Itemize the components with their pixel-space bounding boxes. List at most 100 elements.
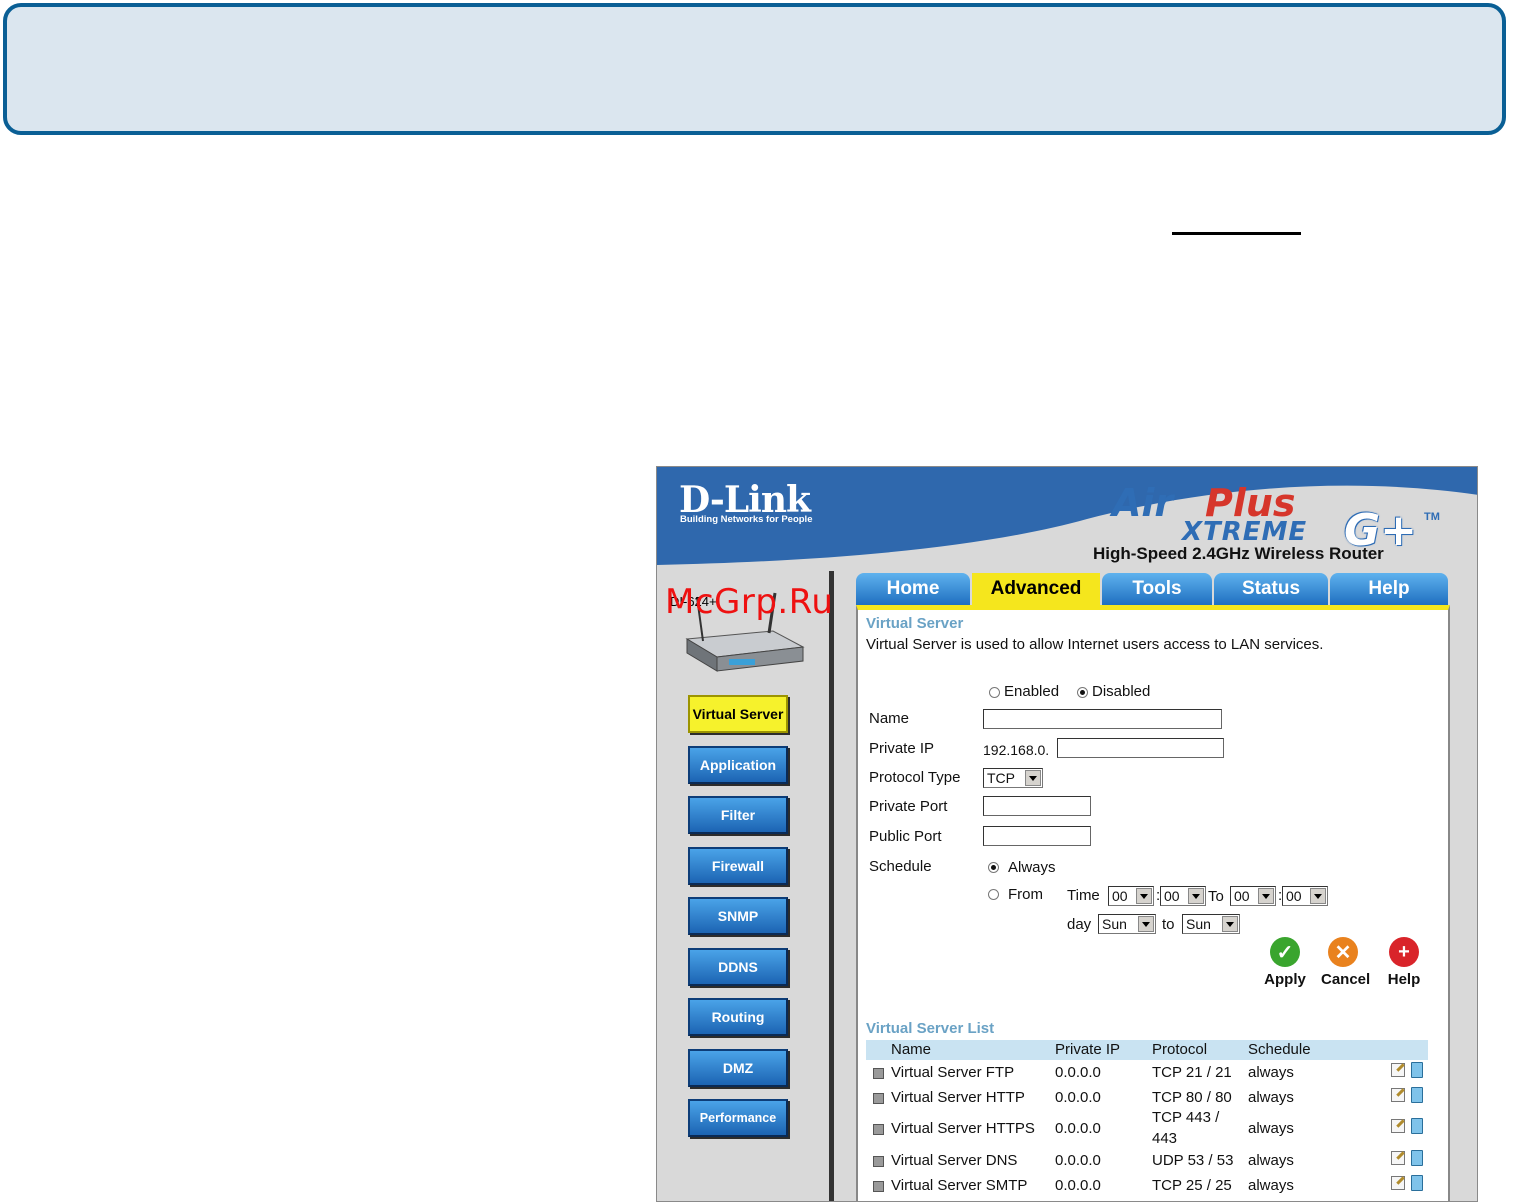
row-protocol: TCP 21 / 21 [1152, 1064, 1232, 1081]
day-from-select[interactable]: Sun [1098, 914, 1156, 934]
sidebar-item-application[interactable]: Application [688, 746, 788, 784]
section-description: Virtual Server is used to allow Internet… [866, 636, 1324, 653]
private-port-label: Private Port [869, 798, 948, 815]
router-admin-screenshot: D-Link Building Networks for People Air … [656, 466, 1478, 1202]
apply-button[interactable]: ✓ Apply [1263, 937, 1307, 988]
trash-icon[interactable] [1411, 1150, 1423, 1166]
help-button[interactable]: + Help [1382, 937, 1426, 988]
edit-icon[interactable] [1391, 1088, 1405, 1102]
tab-status[interactable]: Status [1214, 573, 1328, 605]
row-checkbox[interactable] [873, 1124, 884, 1135]
row-checkbox[interactable] [873, 1068, 884, 1079]
chevron-down-icon [1025, 770, 1041, 786]
tab-help[interactable]: Help [1330, 573, 1448, 605]
row-private-ip: 0.0.0.0 [1055, 1152, 1101, 1169]
time-to-min-select[interactable]: 00 [1282, 886, 1328, 906]
underline-rule [1172, 232, 1301, 235]
time-from-hour-select[interactable]: 00 [1108, 886, 1154, 906]
time-to-hour-select[interactable]: 00 [1230, 886, 1276, 906]
row-schedule: always [1248, 1177, 1294, 1194]
row-private-ip: 0.0.0.0 [1055, 1120, 1101, 1137]
sidebar-divider [829, 571, 834, 1201]
trash-icon[interactable] [1411, 1175, 1423, 1191]
enabled-radio[interactable] [989, 687, 1000, 698]
row-name: Virtual Server HTTP [891, 1089, 1025, 1106]
trash-icon[interactable] [1411, 1087, 1423, 1103]
day-label: day [1067, 916, 1092, 933]
trash-icon[interactable] [1411, 1062, 1423, 1078]
from-label: From [1008, 886, 1043, 903]
day-to-select[interactable]: Sun [1182, 914, 1240, 934]
checkmark-icon: ✓ [1270, 937, 1300, 967]
edit-icon[interactable] [1391, 1063, 1405, 1077]
protocol-type-select[interactable]: TCP [983, 768, 1043, 788]
from-radio[interactable] [988, 889, 999, 900]
column-header-protocol: Protocol [1152, 1041, 1208, 1058]
public-port-label: Public Port [869, 828, 942, 845]
section-title-virtual-server-list: Virtual Server List [866, 1020, 995, 1037]
schedule-label: Schedule [869, 858, 932, 875]
always-label: Always [1008, 859, 1056, 876]
row-name: Virtual Server HTTPS [891, 1120, 1035, 1137]
row-name: Virtual Server SMTP [891, 1177, 1028, 1194]
row-private-ip: 0.0.0.0 [1055, 1064, 1101, 1081]
enabled-label: Enabled [1004, 683, 1060, 700]
plus-icon: + [1389, 937, 1419, 967]
name-field[interactable] [983, 709, 1222, 729]
private-ip-label: Private IP [869, 740, 935, 757]
row-schedule: always [1248, 1064, 1294, 1081]
time-to-label: To [1208, 888, 1224, 905]
row-checkbox[interactable] [873, 1093, 884, 1104]
edit-icon[interactable] [1391, 1176, 1405, 1190]
private-ip-prefix: 192.168.0. [983, 742, 1050, 758]
tab-home[interactable]: Home [856, 573, 970, 605]
row-protocol: 443 [1152, 1130, 1178, 1147]
sidebar-item-virtual-server[interactable]: Virtual Server [688, 695, 788, 733]
tab-tools[interactable]: Tools [1102, 573, 1212, 605]
tab-advanced[interactable]: Advanced [972, 573, 1100, 605]
chevron-down-icon [1310, 888, 1326, 904]
row-name: Virtual Server DNS [891, 1152, 1018, 1169]
airplus-logo: Air Plus XTREME G+ TM [1112, 481, 1442, 556]
main-content: Virtual Server Virtual Server is used to… [856, 605, 1450, 1201]
logo-tm: TM [1424, 511, 1440, 523]
day-to-label: to [1162, 916, 1175, 933]
row-protocol: UDP 53 / 53 [1152, 1152, 1234, 1169]
time-label: Time [1067, 887, 1100, 904]
row-checkbox[interactable] [873, 1156, 884, 1167]
row-checkbox[interactable] [873, 1181, 884, 1192]
top-tabs: Home Advanced Tools Status Help [856, 573, 1450, 605]
protocol-type-label: Protocol Type [869, 769, 961, 786]
row-name: Virtual Server FTP [891, 1064, 1015, 1081]
always-radio[interactable] [988, 862, 999, 873]
sidebar-item-ddns[interactable]: DDNS [688, 948, 788, 986]
row-protocol: TCP 443 / [1152, 1109, 1220, 1126]
sidebar-item-performance[interactable]: Performance [688, 1099, 788, 1137]
private-ip-field[interactable] [1057, 738, 1224, 758]
disabled-label: Disabled [1092, 683, 1151, 700]
private-port-field[interactable] [983, 796, 1091, 816]
time-from-min-select[interactable]: 00 [1160, 886, 1206, 906]
sidebar-item-firewall[interactable]: Firewall [688, 847, 788, 885]
list-header: Name Private IP Protocol Schedule [866, 1040, 1428, 1060]
edit-icon[interactable] [1391, 1151, 1405, 1165]
row-private-ip: 0.0.0.0 [1055, 1089, 1101, 1106]
disabled-radio[interactable] [1077, 687, 1088, 698]
chevron-down-icon [1222, 916, 1238, 932]
row-private-ip: 0.0.0.0 [1055, 1177, 1101, 1194]
sidebar-item-dmz[interactable]: DMZ [688, 1049, 788, 1087]
row-schedule: always [1248, 1152, 1294, 1169]
top-banner [3, 3, 1506, 135]
trash-icon[interactable] [1411, 1118, 1423, 1134]
row-schedule: always [1248, 1120, 1294, 1137]
sidebar-item-routing[interactable]: Routing [688, 998, 788, 1036]
sidebar-item-filter[interactable]: Filter [688, 796, 788, 834]
public-port-field[interactable] [983, 826, 1091, 846]
chevron-down-icon [1136, 888, 1152, 904]
edit-icon[interactable] [1391, 1119, 1405, 1133]
column-header-name: Name [891, 1041, 932, 1058]
logo-xtreme: XTREME [1182, 517, 1308, 547]
sidebar-item-snmp[interactable]: SNMP [688, 897, 788, 935]
cancel-button[interactable]: ✕ Cancel [1321, 937, 1370, 988]
row-protocol: TCP 25 / 25 [1152, 1177, 1232, 1194]
